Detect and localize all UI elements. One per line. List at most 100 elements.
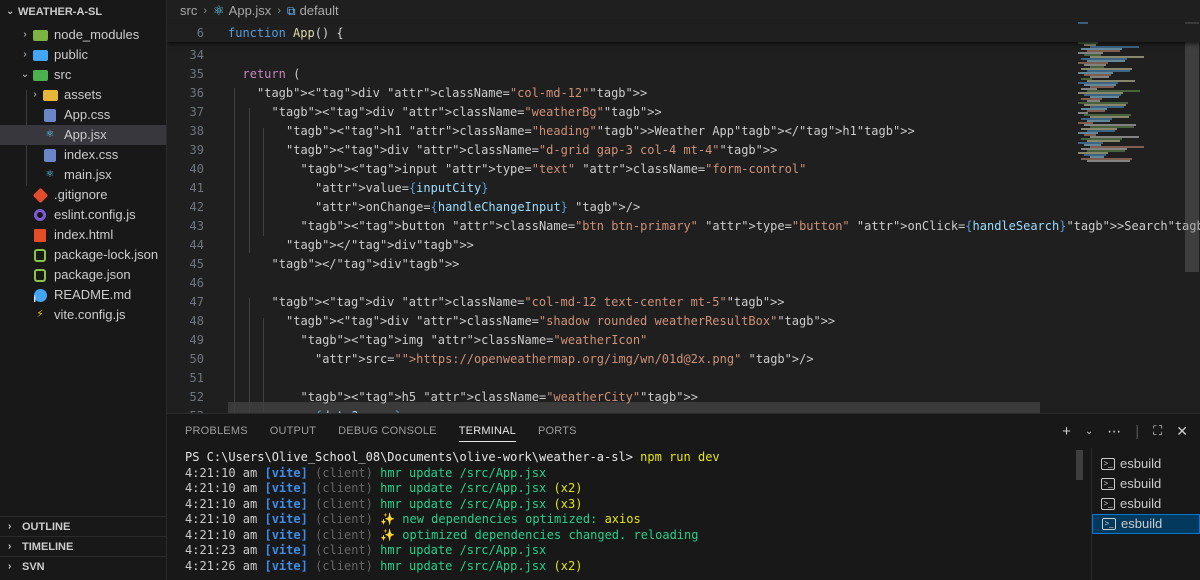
tab-ports[interactable]: PORTS: [538, 414, 577, 448]
tree-item-package-lock-json[interactable]: package-lock.json: [0, 245, 166, 265]
tab-terminal[interactable]: TERMINAL: [458, 414, 517, 448]
chevron-down-icon[interactable]: ⌄: [1085, 426, 1093, 437]
line-number: 38: [189, 124, 204, 138]
code-line[interactable]: 45 "tagb"></"tag">div"tagb">>: [167, 255, 1067, 274]
terminal-output[interactable]: PS C:\Users\Olive_School_08\Documents\ol…: [185, 450, 1065, 574]
terminal-instance-label: esbuild: [1120, 496, 1162, 511]
code-line[interactable]: 39 "tagb"><"tag">div "attr">className="d-…: [167, 141, 1067, 160]
tab-output[interactable]: OUTPUT: [270, 414, 316, 448]
tree-item-src[interactable]: ⌄ src: [0, 65, 166, 85]
tree-item-label: public: [54, 47, 88, 62]
code-line[interactable]: 42 "attr">onChange={handleChangeInput} "t…: [167, 198, 1067, 217]
tree-item-readme[interactable]: i README.md: [0, 285, 166, 305]
terminal-scrollbar[interactable]: [1076, 450, 1083, 480]
json-file-icon: [32, 247, 48, 263]
code-line[interactable]: 36 "tagb"><"tag">div "attr">className="co…: [167, 84, 1067, 103]
code-line[interactable]: 44 "tagb"></"tag">div"tagb">>: [167, 236, 1067, 255]
terminal-instance-esbuild[interactable]: >_ esbuild: [1092, 474, 1200, 494]
breadcrumb-symbol[interactable]: default: [300, 0, 339, 22]
tree-item-assets[interactable]: › assets: [0, 85, 166, 105]
root-folder-label: WEATHER-A-SL: [18, 6, 103, 18]
maximize-panel-icon[interactable]: ⛶: [1153, 423, 1162, 439]
section-timeline[interactable]: › TIMELINE: [0, 536, 166, 556]
code-line[interactable]: 40 "tagb"><"tag">input "attr">type="text"…: [167, 160, 1067, 179]
terminal-instance-esbuild[interactable]: >_ esbuild: [1092, 454, 1200, 474]
editor-scrollbar[interactable]: [1185, 22, 1199, 272]
code-line[interactable]: 34: [167, 46, 1067, 65]
tree-item-app-jsx[interactable]: ⚛ App.jsx: [0, 125, 166, 145]
tree-item-public[interactable]: › public: [0, 45, 166, 65]
section-outline[interactable]: › OUTLINE: [0, 516, 166, 536]
code-line[interactable]: 47 "tagb"><"tag">div "attr">className="co…: [167, 293, 1067, 312]
tree-item-eslint-config[interactable]: eslint.config.js: [0, 205, 166, 225]
terminal-instance-esbuild[interactable]: >_ esbuild: [1092, 494, 1200, 514]
code-line[interactable]: 41 "attr">value={inputCity}: [167, 179, 1067, 198]
terminal-icon: >_: [1101, 478, 1115, 490]
tree-item-node-modules[interactable]: › node_modules: [0, 25, 166, 45]
line-number: 43: [189, 219, 204, 233]
terminal-log-line: 4:21:10 am [vite] (client) hmr update /s…: [185, 496, 583, 511]
tree-item-index-css[interactable]: index.css: [0, 145, 166, 165]
folder-icon: [32, 27, 48, 43]
tree-item-label: main.jsx: [64, 167, 112, 182]
tree-item-app-css[interactable]: App.css: [0, 105, 166, 125]
terminal-log-line: 4:21:23 am [vite] (client) hmr update /s…: [185, 543, 547, 557]
line-number: 35: [189, 67, 204, 81]
section-label: OUTLINE: [22, 520, 71, 533]
terminal-instance-label: esbuild: [1121, 516, 1163, 531]
eslint-icon: [32, 207, 48, 223]
tab-debug-console[interactable]: DEBUG CONSOLE: [338, 414, 437, 448]
chevron-down-icon: ⌄: [6, 6, 15, 17]
tree-item-main-jsx[interactable]: ⚛ main.jsx: [0, 165, 166, 185]
tree-item-label: index.html: [54, 227, 114, 242]
css-file-icon: [42, 107, 58, 123]
tree-item-index-html[interactable]: index.html: [0, 225, 166, 245]
code-line[interactable]: 50 "attr">src="">https://openweathermap.o…: [167, 350, 1067, 369]
breadcrumb-src[interactable]: src: [180, 0, 197, 22]
breadcrumb-file[interactable]: App.jsx: [229, 0, 272, 22]
chevron-down-icon: ⌄: [20, 69, 30, 80]
more-actions-icon[interactable]: ⋯: [1107, 423, 1121, 440]
line-number: 48: [189, 314, 204, 328]
code-line[interactable]: 49 "tagb"><"tag">img "attr">className="we…: [167, 331, 1067, 350]
react-file-icon: ⚛: [213, 3, 225, 18]
code-line[interactable]: 52 "tagb"><"tag">h5 "attr">className="wea…: [167, 388, 1067, 407]
tab-problems[interactable]: PROBLEMS: [185, 414, 248, 448]
sticky-scroll-header[interactable]: 6 function App() {: [167, 24, 1200, 42]
line-code: "tagb"><"tag">input "attr">type="text" "…: [300, 162, 807, 176]
minimap[interactable]: [1078, 22, 1178, 413]
line-number: 45: [189, 257, 204, 271]
new-terminal-plus-icon[interactable]: +: [1062, 423, 1071, 440]
chevron-right-icon: ›: [33, 89, 37, 100]
code-line[interactable]: 46: [167, 274, 1067, 293]
folder-icon: [42, 87, 58, 103]
code-line[interactable]: 51: [167, 369, 1067, 388]
line-number: 6: [196, 26, 204, 40]
close-icon[interactable]: ✕: [1176, 423, 1188, 440]
chevron-right-icon: ›: [203, 5, 208, 17]
chevron-right-icon: ›: [23, 29, 27, 40]
css-file-icon: [42, 147, 58, 163]
code-line[interactable]: 38 "tagb"><"tag">h1 "attr">className="hea…: [167, 122, 1067, 141]
section-svn[interactable]: › SVN: [0, 556, 166, 576]
line-code: "tagb"><"tag">div "attr">className="col-…: [271, 295, 785, 309]
tree-item-vite-config[interactable]: ⚡ vite.config.js: [0, 305, 166, 325]
line-number: 39: [189, 143, 204, 157]
minimap-line: [1090, 76, 1109, 78]
line-code: "tagb"><"tag">div "attr">className="d-gr…: [286, 143, 778, 157]
tree-item-package-json[interactable]: package.json: [0, 265, 166, 285]
terminal-instance-esbuild-active[interactable]: >_ esbuild: [1092, 514, 1200, 534]
react-file-icon: ⚛: [45, 129, 55, 140]
terminal-prompt-line: PS C:\Users\Olive_School_08\Documents\ol…: [185, 450, 720, 464]
terminal-list: >_ esbuild >_ esbuild >_ esbuild >_ esbu…: [1091, 448, 1200, 580]
code-line[interactable]: 35 return (: [167, 65, 1067, 84]
code-line[interactable]: 48 "tagb"><"tag">div "attr">className="sh…: [167, 312, 1067, 331]
line-code: "tagb"></"tag">div"tagb">>: [271, 257, 460, 271]
code-line[interactable]: 43 "tagb"><"tag">button "attr">className=…: [167, 217, 1200, 236]
line-number: 36: [189, 86, 204, 100]
chevron-right-icon: ›: [8, 540, 12, 552]
tree-item-gitignore[interactable]: .gitignore: [0, 185, 166, 205]
explorer-root-folder[interactable]: ⌄ WEATHER-A-SL: [0, 0, 166, 24]
code-editor[interactable]: src › ⚛ App.jsx › ⧉ default 6 function A…: [167, 0, 1200, 413]
code-line[interactable]: 37 "tagb"><"tag">div "attr">className="we…: [167, 103, 1067, 122]
